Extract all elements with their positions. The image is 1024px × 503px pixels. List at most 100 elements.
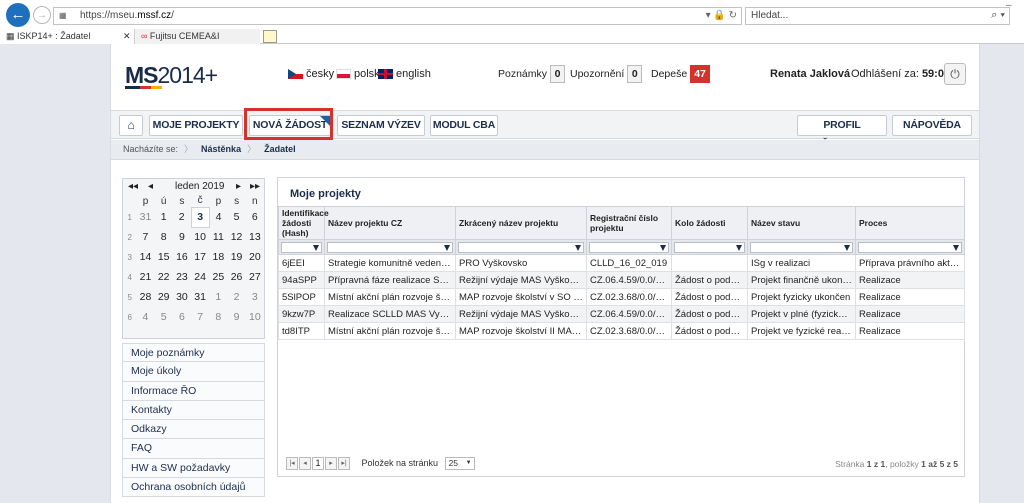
calendar-day[interactable]: 31 (136, 207, 154, 227)
language-polish-link[interactable]: polski (336, 68, 382, 80)
calendar-day[interactable]: 24 (191, 267, 209, 287)
table-row[interactable]: 9kzw7PRealizace SCLLD MAS Vyškovsk…Režij… (278, 305, 965, 323)
column-header[interactable]: Zkrácený název projektu (455, 206, 587, 240)
calendar-day[interactable]: 14 (136, 247, 154, 267)
calendar-day[interactable]: 25 (209, 267, 227, 287)
side-menu-item[interactable]: HW a SW požadavky (122, 458, 265, 479)
column-filter-input[interactable] (750, 241, 853, 253)
calendar-day[interactable]: 8 (209, 307, 227, 327)
calendar-day[interactable]: 20 (246, 247, 264, 267)
forward-arrow-icon[interactable]: → (33, 6, 51, 24)
calendar-day[interactable]: 10 (191, 227, 209, 247)
new-tab-icon[interactable] (263, 30, 277, 43)
prev-month-icon[interactable]: ◂ (148, 179, 153, 195)
ms2014-logo[interactable]: MS2014+ (125, 62, 218, 89)
calendar-day[interactable]: 29 (155, 287, 173, 307)
column-filter-input[interactable] (674, 241, 745, 253)
calendar-day[interactable]: 3 (246, 287, 264, 307)
side-menu-item[interactable]: Kontakty (122, 400, 265, 421)
table-row[interactable]: 6jEEI Strategie komunitně vedeného… PRO Vy… (278, 254, 965, 272)
calendar-day[interactable]: 26 (227, 267, 245, 287)
side-menu-item[interactable]: Moje úkoly (122, 362, 265, 382)
calendar-day[interactable]: 5 (227, 207, 245, 227)
calendar-day[interactable]: 4 (136, 307, 154, 327)
back-arrow-icon[interactable]: ← (6, 3, 30, 27)
side-menu-item[interactable]: Odkazy (122, 420, 265, 440)
calendar-day[interactable]: 11 (209, 227, 227, 247)
calendar-day[interactable]: 6 (246, 207, 264, 227)
prev-year-icon[interactable]: ◂◂ (128, 179, 138, 195)
breadcrumb-dashboard[interactable]: Nástěnka (201, 144, 241, 154)
address-bar[interactable]: ▦ https://mseu.mssf.cz/ ▾ 🔒 ↻ (53, 7, 742, 25)
home-icon[interactable]: ⌂ (119, 115, 143, 136)
lock-refresh-icon[interactable]: ▾ 🔒 ↻ (706, 10, 737, 21)
side-menu-item[interactable]: Ochrana osobních údajů (122, 478, 265, 498)
column-header[interactable]: Název projektu CZ (324, 206, 456, 240)
calendar-day[interactable]: 2 (227, 287, 245, 307)
calendar-day[interactable]: 9 (173, 227, 191, 247)
calendar-day[interactable]: 6 (173, 307, 191, 327)
calendar-day[interactable]: 2 (173, 207, 191, 227)
last-page-icon[interactable]: ▸| (338, 457, 350, 470)
messages-counter[interactable]: Depeše 47 (651, 65, 710, 83)
next-month-icon[interactable]: ▸ (236, 179, 241, 195)
calendar-day[interactable]: 1 (155, 207, 173, 227)
calendar-day[interactable]: 1 (209, 287, 227, 307)
minimize-icon[interactable]: – (1006, 0, 1012, 11)
calendar-day[interactable]: 28 (136, 287, 154, 307)
side-menu-item[interactable]: Moje poznámky (122, 343, 265, 363)
calendar-day[interactable]: 19 (227, 247, 245, 267)
side-menu-item[interactable]: Informace ŘO (122, 381, 265, 401)
column-header[interactable]: Kolo žádosti (671, 206, 748, 240)
user-name[interactable]: Renata Jaklová (770, 68, 850, 80)
next-page-icon[interactable]: ▸ (325, 457, 337, 470)
calendar-day[interactable]: 16 (173, 247, 191, 267)
nav-calls-list[interactable]: SEZNAM VÝZEV (337, 115, 425, 136)
next-year-icon[interactable]: ▸▸ (250, 179, 260, 195)
current-page[interactable]: 1 (312, 457, 324, 470)
calendar-day[interactable]: 31 (191, 287, 209, 307)
column-header[interactable]: Identifikace žádosti (Hash) (278, 206, 329, 240)
side-menu-item[interactable]: FAQ (122, 439, 265, 459)
table-row[interactable]: td8ITPMístní akční plán rozvoje školstv…… (278, 322, 965, 340)
column-filter-input[interactable] (458, 241, 584, 253)
calendar-day[interactable]: 21 (136, 267, 154, 287)
nav-user-profile[interactable]: PROFIL UŽIVATELE (797, 115, 887, 150)
calendar-day[interactable]: 10 (246, 307, 264, 327)
language-czech-link[interactable]: česky (288, 68, 334, 80)
calendar-day[interactable]: 30 (173, 287, 191, 307)
calendar-day[interactable]: 27 (246, 267, 264, 287)
calendar-day[interactable]: 15 (155, 247, 173, 267)
column-header[interactable]: Proces (855, 206, 965, 240)
column-filter-input[interactable] (589, 241, 669, 253)
calendar-day[interactable]: 12 (227, 227, 245, 247)
calendar-day[interactable]: 22 (155, 267, 173, 287)
calendar-day[interactable]: 9 (227, 307, 245, 327)
calendar-day[interactable]: 17 (191, 247, 209, 267)
calendar-day[interactable]: 4 (209, 207, 227, 227)
nav-cba-module[interactable]: MODUL CBA (430, 115, 498, 136)
browser-tab[interactable]: ∞ Fujitsu CEMEA&I (135, 29, 260, 44)
calendar-day[interactable]: 23 (173, 267, 191, 287)
prev-page-icon[interactable]: ◂ (299, 457, 311, 470)
first-page-icon[interactable]: |◂ (286, 457, 298, 470)
notes-counter[interactable]: Poznámky 0 (498, 65, 566, 83)
warnings-counter[interactable]: Upozornění 0 (570, 65, 643, 83)
close-tab-icon[interactable]: ✕ (123, 29, 131, 43)
column-filter-input[interactable] (281, 241, 322, 253)
table-row[interactable]: 5SlPOPMístní akční plán rozvoje školstv…… (278, 288, 965, 306)
column-filter-input[interactable] (327, 241, 453, 253)
calendar-day[interactable]: 7 (136, 227, 154, 247)
column-filter-input[interactable] (858, 241, 962, 253)
calendar-day[interactable]: 5 (155, 307, 173, 327)
calendar-day[interactable]: 8 (155, 227, 173, 247)
table-row[interactable]: 94aSPPPřípravná fáze realizace SCLLD…Rež… (278, 271, 965, 289)
calendar-day[interactable]: 18 (209, 247, 227, 267)
language-english-link[interactable]: english (378, 68, 431, 80)
column-header[interactable]: Název stavu (747, 206, 856, 240)
nav-help[interactable]: NÁPOVĚDA (892, 115, 972, 136)
per-page-select[interactable]: 25 (444, 457, 475, 470)
nav-my-projects[interactable]: MOJE PROJEKTY (149, 115, 243, 136)
logout-power-icon[interactable]: ⏻ (944, 63, 966, 85)
calendar-day[interactable]: 7 (191, 307, 209, 327)
